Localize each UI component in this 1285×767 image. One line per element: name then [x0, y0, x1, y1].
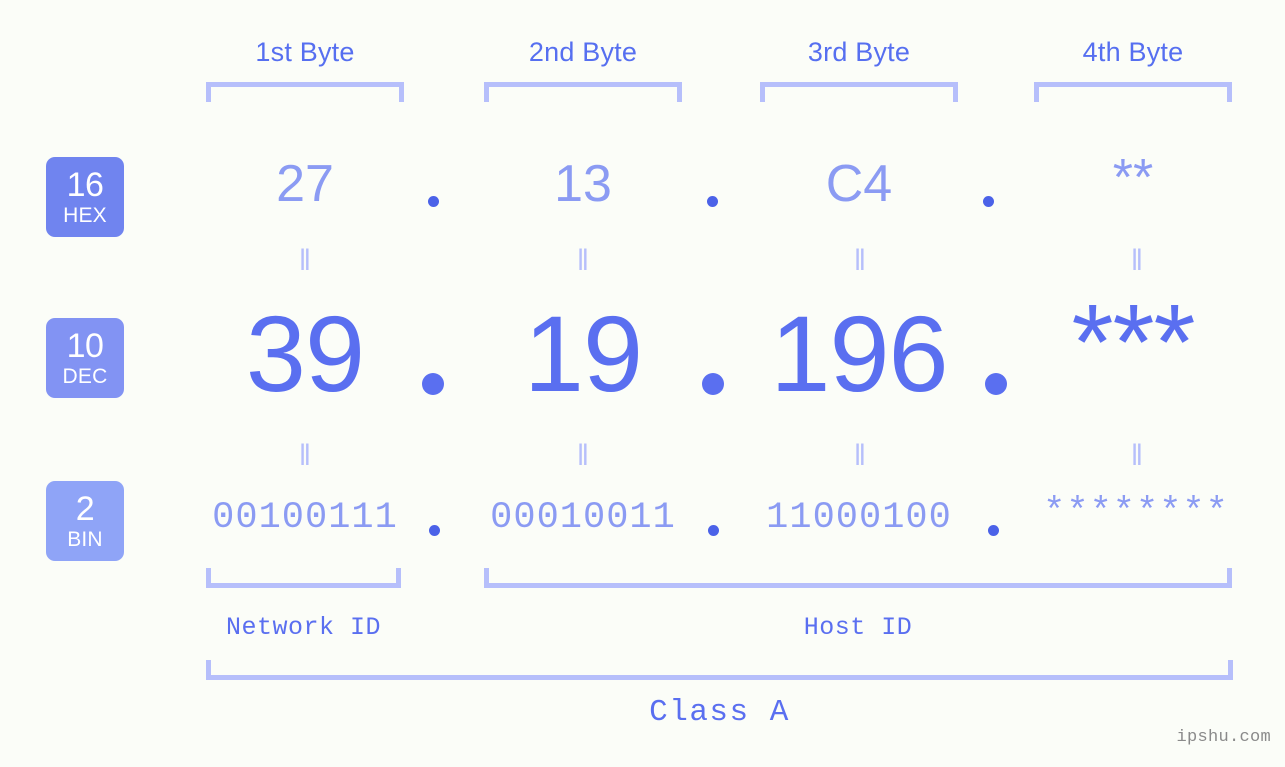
hex-byte-4: ** — [1112, 149, 1154, 207]
base-badge-hex: 16 HEX — [46, 157, 124, 237]
bin-separator-2 — [708, 525, 719, 536]
byte-header-3: 3rd Byte — [760, 32, 958, 72]
equality-mark-hex-dec-2: ‖ — [576, 244, 590, 277]
dec-byte-3: 196 — [770, 293, 948, 414]
dec-separator-3 — [985, 373, 1007, 395]
bin-byte-4: ******** — [1043, 492, 1229, 534]
dec-separator-1 — [422, 373, 444, 395]
hex-byte-1: 27 — [276, 155, 334, 213]
host-id-label: Host ID — [803, 613, 913, 642]
equality-mark-dec-bin-2: ‖ — [576, 439, 590, 472]
byte-header-4-label: 4th Byte — [1082, 37, 1184, 67]
hex-separator-3 — [983, 196, 994, 207]
hex-byte-2: 13 — [554, 155, 612, 213]
equality-mark-dec-bin-1: ‖ — [298, 439, 312, 472]
base-badge-dec: 10 DEC — [46, 318, 124, 398]
bin-byte-3: 11000100 — [766, 497, 952, 539]
dec-byte-2: 19 — [523, 293, 643, 414]
equality-mark-hex-dec-3: ‖ — [853, 244, 867, 277]
byte-bracket-1 — [206, 82, 404, 102]
byte-header-1: 1st Byte — [206, 32, 404, 72]
dec-separator-2 — [702, 373, 724, 395]
base-badge-hex-number: 16 — [66, 166, 104, 204]
host-id-bracket — [484, 568, 1232, 588]
watermark: ipshu.com — [1176, 728, 1271, 747]
byte-header-2: 2nd Byte — [484, 32, 682, 72]
base-badge-bin: 2 BIN — [46, 481, 124, 561]
byte-bracket-3 — [760, 82, 958, 102]
base-badge-bin-number: 2 — [75, 490, 95, 528]
equality-mark-dec-bin-4: ‖ — [1130, 439, 1144, 472]
byte-header-4: 4th Byte — [1034, 32, 1232, 72]
base-badge-dec-name: DEC — [62, 365, 108, 388]
equality-mark-dec-bin-3: ‖ — [853, 439, 867, 472]
byte-bracket-2 — [484, 82, 682, 102]
base-badge-hex-name: HEX — [63, 204, 107, 227]
hex-byte-3: C4 — [825, 155, 893, 213]
byte-header-2-label: 2nd Byte — [528, 37, 638, 67]
hex-separator-1 — [428, 196, 439, 207]
base-badge-dec-number: 10 — [66, 327, 104, 365]
class-label: Class A — [649, 695, 790, 730]
dec-byte-4: *** — [1071, 281, 1195, 402]
base-badge-bin-name: BIN — [67, 528, 103, 551]
bin-separator-3 — [988, 525, 999, 536]
hex-separator-2 — [707, 196, 718, 207]
byte-header-3-label: 3rd Byte — [807, 37, 911, 67]
equality-mark-hex-dec-4: ‖ — [1130, 244, 1144, 277]
equality-mark-hex-dec-1: ‖ — [298, 244, 312, 277]
network-id-bracket — [206, 568, 401, 588]
bin-byte-2: 00010011 — [490, 497, 676, 539]
ip-breakdown-diagram: 1st Byte 2nd Byte 3rd Byte 4th Byte 16 H… — [0, 0, 1285, 767]
byte-bracket-4 — [1034, 82, 1232, 102]
dec-byte-1: 39 — [245, 293, 365, 414]
bin-separator-1 — [429, 525, 440, 536]
bin-byte-1: 00100111 — [212, 497, 398, 539]
byte-header-1-label: 1st Byte — [255, 37, 355, 67]
class-bracket — [206, 660, 1233, 680]
network-id-label: Network ID — [225, 613, 382, 642]
